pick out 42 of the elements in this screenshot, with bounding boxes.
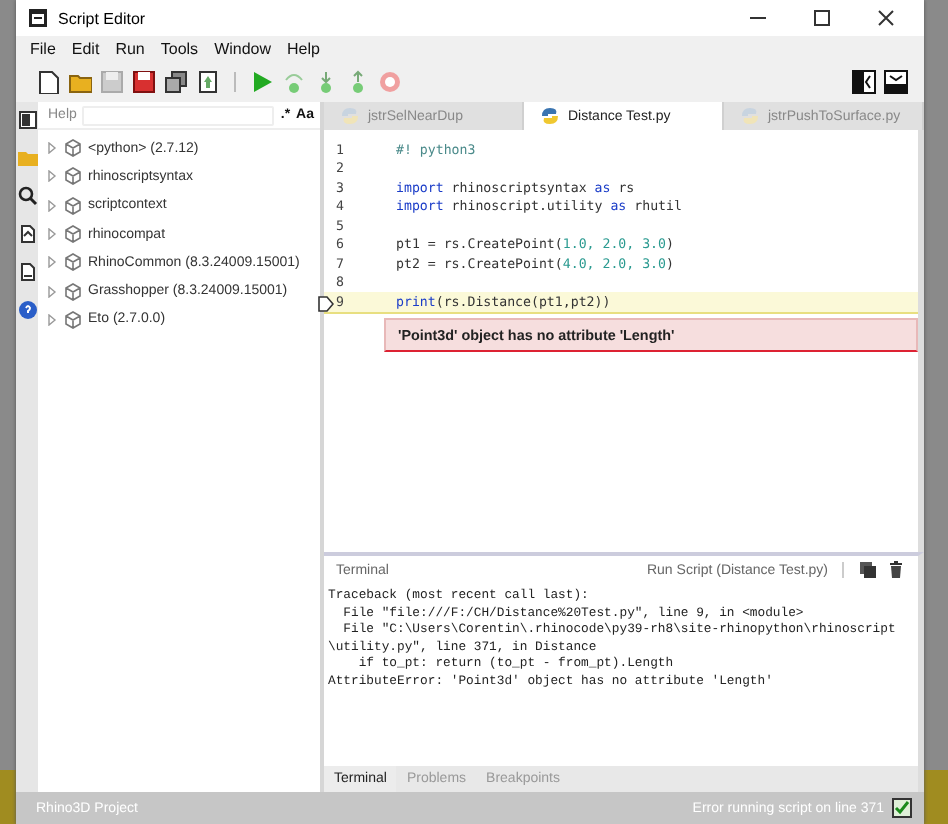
package-icon [64,281,82,302]
expander-icon[interactable] [46,142,58,155]
checkbox[interactable] [892,798,912,818]
close-icon[interactable] [876,8,896,28]
menu-item[interactable]: Help [279,40,328,58]
trash-icon[interactable] [886,560,906,580]
expander-icon[interactable] [46,256,58,269]
app-icon [28,8,48,28]
package-icon [64,252,82,273]
expander-icon[interactable] [46,199,58,212]
document-icon[interactable] [17,224,37,244]
save-icon[interactable] [132,69,156,93]
menu-item[interactable]: File [22,40,64,58]
python-icon [740,106,760,126]
maximize-icon[interactable] [812,8,832,28]
search-icon[interactable] [17,186,37,206]
play-icon[interactable] [250,69,274,93]
window-title: Script Editor [58,9,148,27]
expander-icon[interactable] [46,313,58,326]
package-icon [64,224,82,245]
console-icon[interactable] [17,110,37,130]
document-icon[interactable] [17,262,37,282]
menu-item[interactable]: Window [206,40,280,58]
python-icon [340,106,360,126]
menu-item[interactable]: Edit [63,40,108,58]
help-icon[interactable] [17,300,37,320]
folder-icon[interactable] [68,69,92,93]
package-icon [64,195,82,216]
python-icon [540,106,560,126]
package-icon [64,138,82,159]
stacked-disks-icon[interactable] [164,69,188,93]
menu-item[interactable]: Tools [152,40,207,58]
package-icon [64,166,82,187]
copy-icon[interactable] [858,560,878,580]
package-icon [64,309,82,330]
expander-icon[interactable] [46,170,58,183]
expander-icon[interactable] [46,228,58,241]
collapse-panel-icon[interactable] [852,69,876,93]
expander-icon[interactable] [46,285,58,298]
menu-item[interactable]: Run [107,40,153,58]
new-file-icon[interactable] [36,69,60,93]
toggle-panel-icon[interactable] [884,69,908,93]
